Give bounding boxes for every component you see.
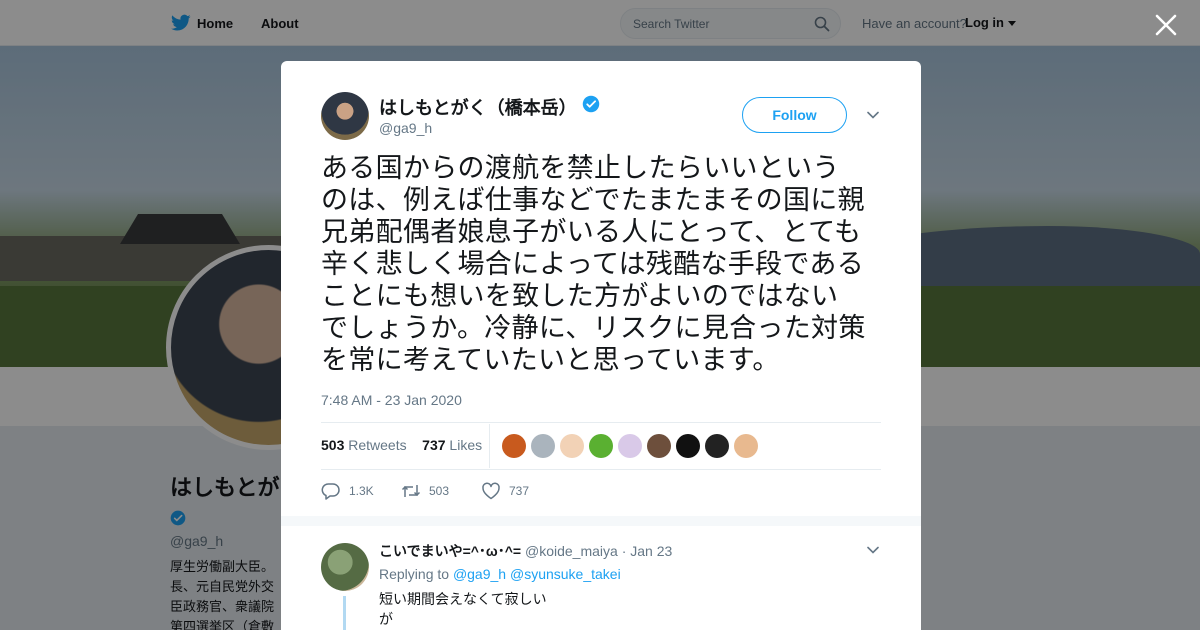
liker-avatar[interactable] — [647, 434, 671, 458]
tweet-text-line: 兄弟配偶者娘息子がいる人にとって、とても — [321, 217, 862, 248]
liker-avatar[interactable] — [560, 434, 584, 458]
liker-avatar[interactable] — [734, 434, 758, 458]
author-handle[interactable]: @ga9_h — [379, 120, 432, 136]
close-icon[interactable] — [1153, 12, 1179, 38]
replying-to: Replying to @ga9_h @syunsuke_takei — [379, 566, 621, 582]
reply-text-line: が — [379, 612, 393, 628]
chevron-down-icon[interactable] — [867, 110, 879, 120]
reply-icon[interactable] — [321, 482, 341, 500]
chevron-down-icon[interactable] — [867, 545, 879, 555]
stats-divider — [489, 424, 490, 468]
follow-button[interactable]: Follow — [742, 97, 847, 133]
likes-stat[interactable]: 737 Likes — [422, 437, 482, 453]
liker-avatar[interactable] — [502, 434, 526, 458]
replying-to-link[interactable]: @ga9_h — [453, 566, 506, 582]
reply-author-name[interactable]: こいでまいや=^･ω･^= — [379, 543, 521, 559]
reply-count: 1.3K — [349, 484, 374, 498]
likes-count: 737 — [422, 437, 446, 453]
tweet-modal: はしもとがく（橋本岳） @ga9_h Follow ある国からの渡航を禁止したら… — [281, 61, 921, 630]
liker-avatar[interactable] — [589, 434, 613, 458]
retweets-label: Retweets — [348, 437, 407, 453]
divider — [321, 469, 881, 470]
author-avatar[interactable] — [321, 92, 369, 140]
liker-avatar[interactable] — [705, 434, 729, 458]
reply-action[interactable]: 1.3K — [321, 482, 374, 500]
tweet-text: ある国からの渡航を禁止したらいいという のは、例えば仕事などでたまたまその国に親… — [321, 153, 886, 377]
tweet-text-line: ある国からの渡航を禁止したらいいという — [321, 153, 840, 184]
reply-text-line: 短い期間会えなくて寂しい — [379, 592, 547, 608]
like-action[interactable]: 737 — [481, 482, 529, 500]
reply-author-handle[interactable]: @koide_maiya — [525, 543, 618, 559]
like-count: 737 — [509, 484, 530, 498]
tweet-stats: 503 Retweets 737 Likes — [321, 437, 482, 453]
retweet-icon[interactable] — [401, 482, 421, 500]
tweet-timestamp[interactable]: 7:48 AM - 23 Jan 2020 — [321, 392, 462, 408]
reply-avatar[interactable] — [321, 543, 369, 591]
retweets-count: 503 — [321, 437, 345, 453]
retweet-action[interactable]: 503 — [401, 482, 449, 500]
heart-icon[interactable] — [481, 482, 501, 500]
replying-to-link[interactable]: @syunsuke_takei — [510, 566, 621, 582]
liker-avatar[interactable] — [618, 434, 642, 458]
tweet-text-line: ことにも想いを致した方がよいのではない — [321, 281, 839, 312]
tweet-text-line: を常に考えていたいと思っています。 — [321, 345, 780, 376]
retweet-count: 503 — [429, 484, 450, 498]
reply-text: 短い期間会えなくて寂しい が — [379, 590, 579, 630]
retweets-stat[interactable]: 503 Retweets — [321, 437, 407, 453]
tweet-text-line: でしょうか。冷静に、リスクに見合った対策 — [321, 313, 866, 344]
tweet-text-line: 辛く悲しく場合によっては残酷な手段である — [321, 249, 865, 280]
liker-avatar[interactable] — [676, 434, 700, 458]
author-name[interactable]: はしもとがく（橋本岳） — [379, 94, 577, 120]
verified-badge-icon — [582, 95, 600, 113]
liker-avatar[interactable] — [531, 434, 555, 458]
reply-separator — [281, 516, 921, 526]
replying-to-label: Replying to — [379, 566, 450, 582]
reply-date[interactable]: · Jan 23 — [622, 543, 673, 559]
reply-header: こいでまいや=^･ω･^= @koide_maiya · Jan 23 — [379, 541, 672, 561]
divider — [321, 422, 881, 423]
reply-thread-line — [343, 596, 346, 630]
likes-label: Likes — [449, 437, 483, 453]
liker-avatars — [502, 434, 763, 458]
tweet-text-line: のは、例えば仕事などでたまたまその国に親 — [321, 185, 865, 216]
